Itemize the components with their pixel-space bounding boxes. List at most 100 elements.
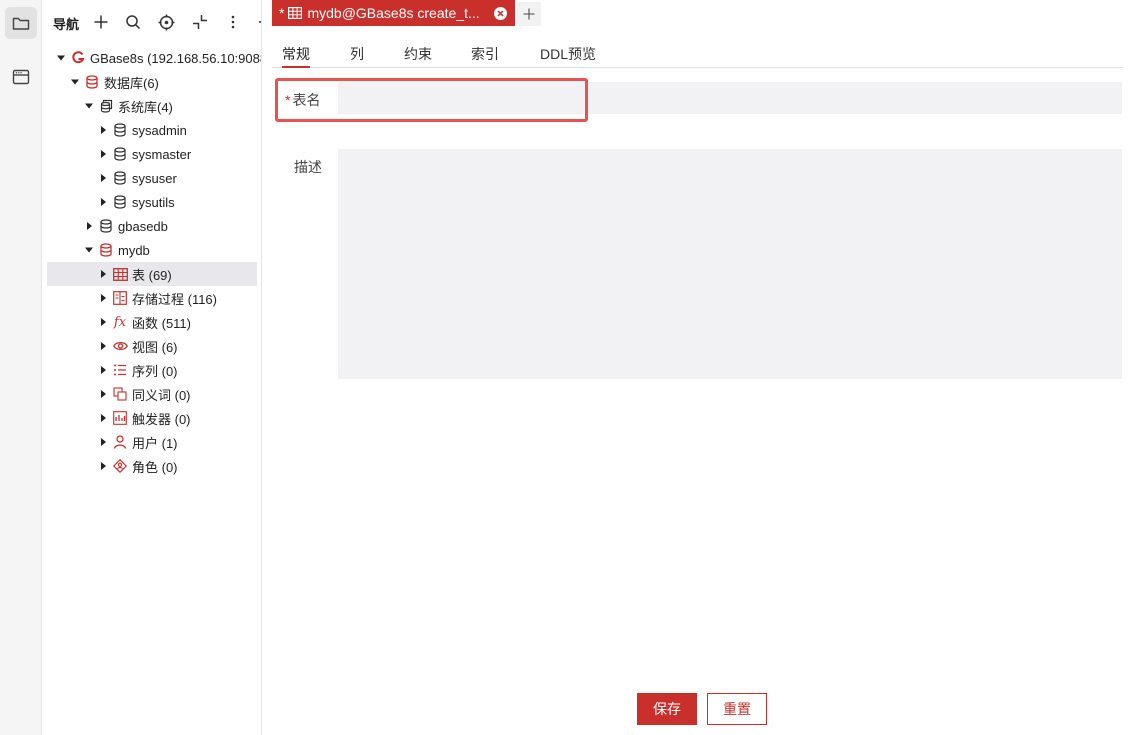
caret-down-icon[interactable] (82, 238, 96, 262)
folder-icon (12, 17, 30, 30)
editor-tab-create-table[interactable]: * mydb@GBase8s create_t... (272, 0, 515, 26)
tree-node-sysutils[interactable]: sysutils (47, 190, 257, 214)
collapse-all-button[interactable] (190, 12, 210, 32)
database-icon (98, 242, 114, 258)
plus-icon (94, 15, 108, 29)
tree-node-label: 存储过程 (116) (132, 291, 217, 307)
tree-node-sysuser[interactable]: sysuser (47, 166, 257, 190)
search-button[interactable] (123, 12, 143, 32)
function-icon: fx (113, 314, 127, 330)
explorer-button[interactable] (5, 7, 37, 39)
caret-right-icon[interactable] (96, 382, 110, 406)
tree-node-label: sysmaster (132, 146, 192, 162)
tree-node-mydb[interactable]: mydb (47, 238, 257, 262)
tree-node-roles[interactable]: 角色 (0) (47, 454, 257, 478)
tree-node-sysmaster[interactable]: sysmaster (47, 142, 257, 166)
tree-node-gbasedb[interactable]: gbasedb (47, 214, 257, 238)
tree-node-sysadmin[interactable]: sysadmin (47, 118, 257, 142)
tree-node-label: sysadmin (132, 122, 187, 138)
tree-node-sequences[interactable]: 序列 (0) (47, 358, 257, 382)
tab-constraints[interactable]: 约束 (404, 44, 432, 68)
caret-right-icon[interactable] (96, 430, 110, 454)
tree-node-label: 触发器 (0) (132, 411, 191, 427)
new-tab-button[interactable] (517, 2, 541, 26)
more-button[interactable] (223, 12, 243, 32)
tree-node-label: 函数 (511) (132, 315, 191, 331)
tree-node-databases[interactable]: 数据库(6) (47, 70, 257, 94)
tree-node-server[interactable]: GBase8s (192.168.56.10:9088) (47, 46, 261, 70)
db-icon (112, 170, 128, 186)
tree-node-procedures[interactable]: 存储过程 (116) (47, 286, 257, 310)
caret-down-icon[interactable] (54, 46, 68, 70)
caret-down-icon[interactable] (82, 94, 96, 118)
add-button[interactable] (91, 12, 111, 32)
tree-node-label: sysuser (132, 170, 177, 186)
tab-general[interactable]: 常规 (282, 44, 310, 68)
db-icon (112, 194, 128, 210)
tree-node-tables[interactable]: 表 (69) (47, 262, 257, 286)
caret-down-icon[interactable] (68, 70, 82, 94)
activity-bar (0, 0, 42, 735)
caret-right-icon[interactable] (96, 142, 110, 166)
tree-node-label: mydb (118, 242, 150, 258)
tree-node-users[interactable]: 用户 (1) (47, 430, 257, 454)
required-marker: * (285, 92, 291, 108)
tree-node-label: 角色 (0) (132, 459, 178, 475)
caret-right-icon[interactable] (96, 190, 110, 214)
caret-right-icon[interactable] (96, 358, 110, 382)
search-icon (126, 15, 141, 30)
modified-marker: * (279, 5, 285, 21)
caret-right-icon[interactable] (96, 334, 110, 358)
user-icon (112, 434, 128, 450)
close-tab-button[interactable] (494, 7, 507, 20)
overflow-button[interactable] (252, 12, 261, 32)
navigator-header: 导航 (42, 0, 261, 44)
tree-node-functions[interactable]: fx 函数 (511) (47, 310, 257, 334)
editor-tabbar: * mydb@GBase8s create_t... (262, 0, 1145, 27)
table-icon (288, 7, 303, 19)
locate-button[interactable] (156, 12, 176, 32)
save-button[interactable]: 保存 (637, 693, 697, 725)
db-icon (112, 146, 128, 162)
tree-node-label: sysutils (132, 194, 175, 210)
window-icon (12, 69, 30, 85)
tab-columns[interactable]: 列 (350, 44, 364, 68)
caret-right-icon[interactable] (96, 454, 110, 478)
editor-area: * mydb@GBase8s create_t... 常规 列 约束 索引 DD… (262, 0, 1145, 735)
description-textarea[interactable] (338, 149, 1122, 379)
plus-icon (523, 8, 535, 20)
tab-indexes[interactable]: 索引 (471, 44, 499, 68)
table-name-input[interactable] (338, 82, 1122, 114)
tree-node-synonyms[interactable]: 同义词 (0) (47, 382, 257, 406)
close-icon (497, 10, 504, 17)
tree-node-label: 数据库(6) (104, 75, 159, 91)
tree-node-label: GBase8s (192.168.56.10:9088) (90, 50, 262, 66)
caret-right-icon[interactable] (96, 286, 110, 310)
caret-right-icon[interactable] (96, 262, 110, 286)
caret-right-icon[interactable] (82, 214, 96, 238)
db-icon (98, 218, 114, 234)
db-icon (112, 122, 128, 138)
role-icon (112, 458, 128, 474)
tree-node-views[interactable]: 视图 (6) (47, 334, 257, 358)
system-db-icon (98, 98, 114, 114)
reset-button[interactable]: 重置 (707, 693, 767, 725)
window-button[interactable] (5, 61, 37, 93)
gbase-logo-icon (70, 50, 86, 66)
database-icon (84, 74, 100, 90)
navigator-panel: 导航 GBase8s (192.168.56.10:9088) 数据库(6) 系… (42, 0, 262, 735)
caret-right-icon[interactable] (96, 310, 110, 334)
tree-node-triggers[interactable]: 触发器 (0) (47, 406, 257, 430)
caret-right-icon[interactable] (96, 166, 110, 190)
caret-right-icon[interactable] (96, 118, 110, 142)
tree-node-label: 系统库(4) (118, 99, 173, 115)
trigger-icon (112, 410, 128, 426)
tree-node-system-dbs[interactable]: 系统库(4) (47, 94, 257, 118)
table-name-label: * 表名 (285, 90, 320, 110)
view-icon (112, 338, 128, 354)
tab-ddl-preview[interactable]: DDL预览 (540, 44, 596, 68)
caret-right-icon[interactable] (96, 406, 110, 430)
editor-subtabs: 常规 列 约束 索引 DDL预览 (272, 44, 1124, 68)
tree-node-label: 视图 (6) (132, 339, 178, 355)
tree-node-label: gbasedb (118, 218, 168, 234)
